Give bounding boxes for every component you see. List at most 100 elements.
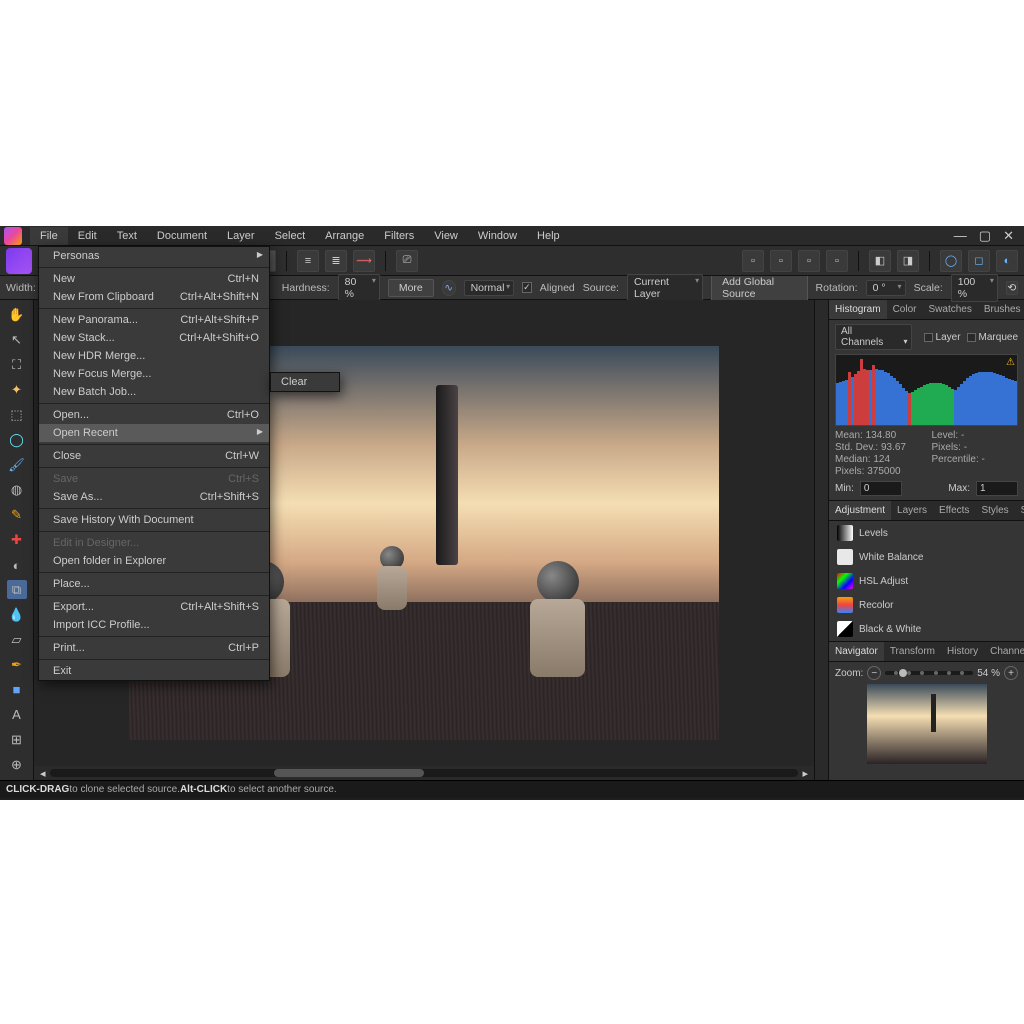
fill-tool-icon[interactable]: ◍ bbox=[7, 481, 27, 500]
menu-item-import-icc-profile[interactable]: Import ICC Profile... bbox=[39, 616, 269, 634]
menu-select[interactable]: Select bbox=[265, 227, 316, 245]
zoom-tool-icon[interactable]: ⊕ bbox=[7, 755, 27, 774]
align-left-icon[interactable]: ≡ bbox=[297, 250, 319, 272]
insert-inside-icon[interactable]: ◨ bbox=[897, 250, 919, 272]
tab-brushes[interactable]: Brushes bbox=[978, 300, 1024, 319]
arrange-front-icon[interactable]: ▫ bbox=[826, 250, 848, 272]
menu-item-export[interactable]: Export...Ctrl+Alt+Shift+S bbox=[39, 598, 269, 616]
arrange-back-icon[interactable]: ▫ bbox=[742, 250, 764, 272]
zoom-in-button[interactable]: + bbox=[1004, 666, 1018, 680]
menu-arrange[interactable]: Arrange bbox=[315, 227, 374, 245]
h-scrollbar[interactable]: ◂ ▸ bbox=[34, 766, 814, 780]
persona-photo-icon[interactable] bbox=[6, 248, 32, 274]
v-scrollbar[interactable] bbox=[814, 300, 828, 780]
menu-document[interactable]: Document bbox=[147, 227, 217, 245]
menu-item-new-focus-merge[interactable]: New Focus Merge... bbox=[39, 365, 269, 383]
tab-adjustment[interactable]: Adjustment bbox=[829, 501, 891, 520]
insert-target-icon[interactable]: ◧ bbox=[869, 250, 891, 272]
hist-max-input[interactable] bbox=[976, 481, 1018, 496]
tab-swatches[interactable]: Swatches bbox=[922, 300, 977, 319]
menu-file[interactable]: File bbox=[30, 227, 68, 245]
menu-edit[interactable]: Edit bbox=[68, 227, 107, 245]
rotation-dropdown[interactable]: 0 ° bbox=[866, 280, 906, 296]
tab-styles[interactable]: Styles bbox=[975, 501, 1014, 520]
menu-item-print[interactable]: Print...Ctrl+P bbox=[39, 639, 269, 657]
blur-tool-icon[interactable]: 💧 bbox=[7, 605, 27, 624]
hist-min-input[interactable] bbox=[860, 481, 902, 496]
stabilizer-icon[interactable]: ∿ bbox=[442, 280, 456, 296]
inpaint-tool-icon[interactable]: ✚ bbox=[7, 531, 27, 550]
menu-item-new-hdr-merge[interactable]: New HDR Merge... bbox=[39, 347, 269, 365]
zoom-slider-handle[interactable] bbox=[899, 669, 907, 677]
menu-item-new-stack[interactable]: New Stack...Ctrl+Alt+Shift+O bbox=[39, 329, 269, 347]
menu-item-new-batch-job[interactable]: New Batch Job... bbox=[39, 383, 269, 401]
clone-tool-icon[interactable]: ⧉ bbox=[7, 580, 27, 599]
menu-view[interactable]: View bbox=[424, 227, 468, 245]
hand-tool-icon[interactable]: ✋ bbox=[7, 306, 27, 325]
quickfx-circle-icon[interactable]: ◯ bbox=[940, 250, 962, 272]
marquee-checkbox[interactable] bbox=[967, 333, 976, 342]
adjustment-hsl[interactable]: HSL Adjust bbox=[829, 569, 1024, 593]
channels-dropdown[interactable]: All Channels bbox=[835, 324, 912, 350]
pencil-tool-icon[interactable]: ✎ bbox=[7, 506, 27, 525]
aligned-checkbox[interactable] bbox=[522, 282, 532, 293]
adjustment-white-balance[interactable]: White Balance bbox=[829, 545, 1024, 569]
tab-channels[interactable]: Channels bbox=[984, 642, 1024, 661]
menu-layer[interactable]: Layer bbox=[217, 227, 265, 245]
layer-checkbox[interactable] bbox=[924, 333, 933, 342]
submenu-clear[interactable]: Clear bbox=[281, 376, 329, 388]
adjustment-levels[interactable]: Levels bbox=[829, 521, 1024, 545]
more-button[interactable]: More bbox=[388, 279, 434, 297]
blend-mode-dropdown[interactable]: Normal bbox=[464, 280, 515, 296]
crop-tool-icon[interactable]: ⛶ bbox=[7, 356, 27, 375]
menu-item-exit[interactable]: Exit bbox=[39, 662, 269, 680]
adjustment-bw[interactable]: Black & White bbox=[829, 617, 1024, 641]
menu-text[interactable]: Text bbox=[107, 227, 147, 245]
scale-dropdown[interactable]: 100 % bbox=[951, 274, 998, 302]
mesh-tool-icon[interactable]: ⊞ bbox=[7, 730, 27, 749]
paint-brush-tool-icon[interactable]: 🖌 bbox=[7, 456, 27, 475]
erase-tool-icon[interactable]: ▱ bbox=[7, 630, 27, 649]
menu-item-close[interactable]: CloseCtrl+W bbox=[39, 447, 269, 465]
assistant-icon[interactable]: ⎚ bbox=[396, 250, 418, 272]
tab-navigator[interactable]: Navigator bbox=[829, 642, 884, 661]
hardness-dropdown[interactable]: 80 % bbox=[338, 274, 380, 302]
menu-item-open[interactable]: Open...Ctrl+O bbox=[39, 406, 269, 424]
menu-item-save-as[interactable]: Save As...Ctrl+Shift+S bbox=[39, 488, 269, 506]
close-icon[interactable]: ✕ bbox=[1003, 228, 1014, 244]
quickfx-moon-icon[interactable]: ◐ bbox=[996, 250, 1018, 272]
marquee-tool-icon[interactable]: ⬚ bbox=[7, 406, 27, 425]
menu-help[interactable]: Help bbox=[527, 227, 570, 245]
brush-select-tool-icon[interactable]: ✦ bbox=[7, 381, 27, 400]
menu-item-personas[interactable]: Personas▶ bbox=[39, 247, 269, 265]
pen-tool-icon[interactable]: ✒ bbox=[7, 655, 27, 674]
menu-item-save-history-with-document[interactable]: Save History With Document bbox=[39, 511, 269, 529]
tab-effects[interactable]: Effects bbox=[933, 501, 975, 520]
scroll-right-icon[interactable]: ▸ bbox=[802, 767, 808, 780]
tab-color[interactable]: Color bbox=[887, 300, 923, 319]
zoom-slider[interactable] bbox=[885, 671, 973, 675]
tab-stock[interactable]: Stock bbox=[1015, 501, 1024, 520]
menu-item-place[interactable]: Place... bbox=[39, 575, 269, 593]
align-flow-icon[interactable]: ⟿ bbox=[353, 250, 375, 272]
scroll-left-icon[interactable]: ◂ bbox=[40, 767, 46, 780]
menu-filters[interactable]: Filters bbox=[374, 227, 424, 245]
menu-item-new[interactable]: NewCtrl+N bbox=[39, 270, 269, 288]
h-scroll-thumb[interactable] bbox=[274, 769, 424, 777]
align-center-icon[interactable]: ≣ bbox=[325, 250, 347, 272]
adjustment-recolor[interactable]: Recolor bbox=[829, 593, 1024, 617]
menu-window[interactable]: Window bbox=[468, 227, 527, 245]
tab-histogram[interactable]: Histogram bbox=[829, 300, 887, 319]
menu-item-open-folder-in-explorer[interactable]: Open folder in Explorer bbox=[39, 552, 269, 570]
rectangle-tool-icon[interactable]: ■ bbox=[7, 680, 27, 699]
tab-layers[interactable]: Layers bbox=[891, 501, 933, 520]
flood-select-tool-icon[interactable]: ◯ bbox=[7, 431, 27, 450]
menu-item-new-panorama[interactable]: New Panorama...Ctrl+Alt+Shift+P bbox=[39, 311, 269, 329]
menu-item-new-from-clipboard[interactable]: New From ClipboardCtrl+Alt+Shift+N bbox=[39, 288, 269, 306]
dodge-tool-icon[interactable]: ◐ bbox=[7, 556, 27, 575]
minimize-icon[interactable]: — bbox=[954, 228, 967, 244]
menu-item-open-recent[interactable]: Open Recent▶ bbox=[39, 424, 269, 442]
zoom-out-button[interactable]: − bbox=[867, 666, 881, 680]
text-tool-icon[interactable]: A bbox=[7, 705, 27, 724]
quickfx-square-icon[interactable]: ◻ bbox=[968, 250, 990, 272]
